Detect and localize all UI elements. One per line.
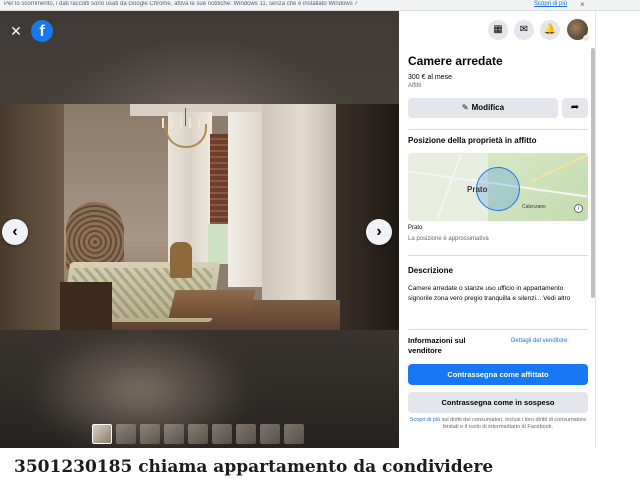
page-title: 3501230185 chiama appartamento da condiv…	[14, 457, 494, 477]
divider	[408, 329, 588, 330]
photo-thumbnail[interactable]	[212, 424, 232, 444]
listing-details-panel: ▦ ✉ 🔔 Camere arredate 300 € al mese Affi…	[399, 11, 595, 448]
map-town-label: Calenzano	[522, 204, 546, 210]
photo-thumbnail[interactable]	[188, 424, 208, 444]
page-right-margin	[595, 11, 640, 448]
map-info-icon[interactable]: i	[574, 204, 583, 213]
messenger-icon[interactable]: ✉	[514, 20, 534, 40]
seller-details-link[interactable]: Dettagli del venditore	[511, 338, 567, 344]
facebook-logo-icon[interactable]: f	[31, 20, 53, 42]
notifications-bell-icon[interactable]: 🔔	[540, 20, 560, 40]
description-text: Camere arredate o stanze uso ufficio in …	[408, 285, 571, 302]
mark-as-rented-button[interactable]: Contrassegna come affittato	[408, 364, 588, 385]
photo-thumbnail[interactable]	[164, 424, 184, 444]
pencil-icon: ✎	[461, 103, 469, 112]
location-note: La posizione è approssimativa	[408, 236, 489, 242]
location-map[interactable]: Prato Calenzano i	[408, 153, 588, 221]
listing-price: 300 € al mese	[408, 74, 452, 81]
next-photo-button[interactable]: ›	[366, 219, 392, 245]
photo-thumbnail[interactable]	[260, 424, 280, 444]
map-city-label: Prato	[467, 185, 488, 194]
infobar-close-icon[interactable]: ×	[580, 0, 585, 10]
infobar-learn-more-link[interactable]: Scopri di più	[534, 1, 567, 7]
photo-thumbnail[interactable]	[92, 424, 112, 444]
location-name: Prato	[408, 225, 423, 231]
photo-viewer: ✕ f ‹ ›	[0, 11, 399, 448]
consumer-rights-disclaimer: Scopri di più sui diritti dei consumator…	[408, 417, 588, 431]
photo-thumbnail[interactable]	[140, 424, 160, 444]
listing-title: Camere arredate	[408, 54, 503, 68]
browser-infobar: Per lo scorrimento, i dati raccolti sono…	[0, 0, 640, 11]
infobar-message: Per lo scorrimento, i dati raccolti sono…	[4, 1, 358, 7]
location-section-title: Posizione della proprietà in affitto	[408, 136, 537, 145]
edit-label: Modifica	[471, 103, 505, 112]
divider	[408, 255, 588, 256]
close-icon[interactable]: ✕	[5, 20, 27, 42]
photo-thumbnail[interactable]	[284, 424, 304, 444]
edit-listing-button[interactable]: ✎ Modifica	[408, 98, 558, 118]
mark-as-pending-button[interactable]: Contrassegna come in sospeso	[408, 392, 588, 413]
disclaimer-learn-more-link[interactable]: Scopri di più	[410, 417, 440, 423]
share-arrow-icon: ➦	[570, 102, 580, 113]
divider	[408, 129, 588, 130]
disclaimer-text: sui diritti dei consumatori, inclusi i l…	[441, 417, 587, 430]
account-chevron-icon[interactable]	[583, 35, 590, 42]
photo-thumbnail[interactable]	[236, 424, 256, 444]
thumbnail-strip	[92, 424, 304, 444]
description-section-title: Descrizione	[408, 266, 453, 275]
seller-section-title: Informazioni sul venditore	[408, 336, 466, 355]
listing-photo	[0, 104, 399, 330]
listing-category: Affitti	[408, 83, 422, 89]
menu-grid-icon[interactable]: ▦	[488, 20, 508, 40]
share-button[interactable]: ➦	[562, 98, 588, 118]
top-navigation: ▦ ✉ 🔔	[399, 11, 595, 45]
photo-thumbnail[interactable]	[116, 424, 136, 444]
previous-photo-button[interactable]: ‹	[2, 219, 28, 245]
